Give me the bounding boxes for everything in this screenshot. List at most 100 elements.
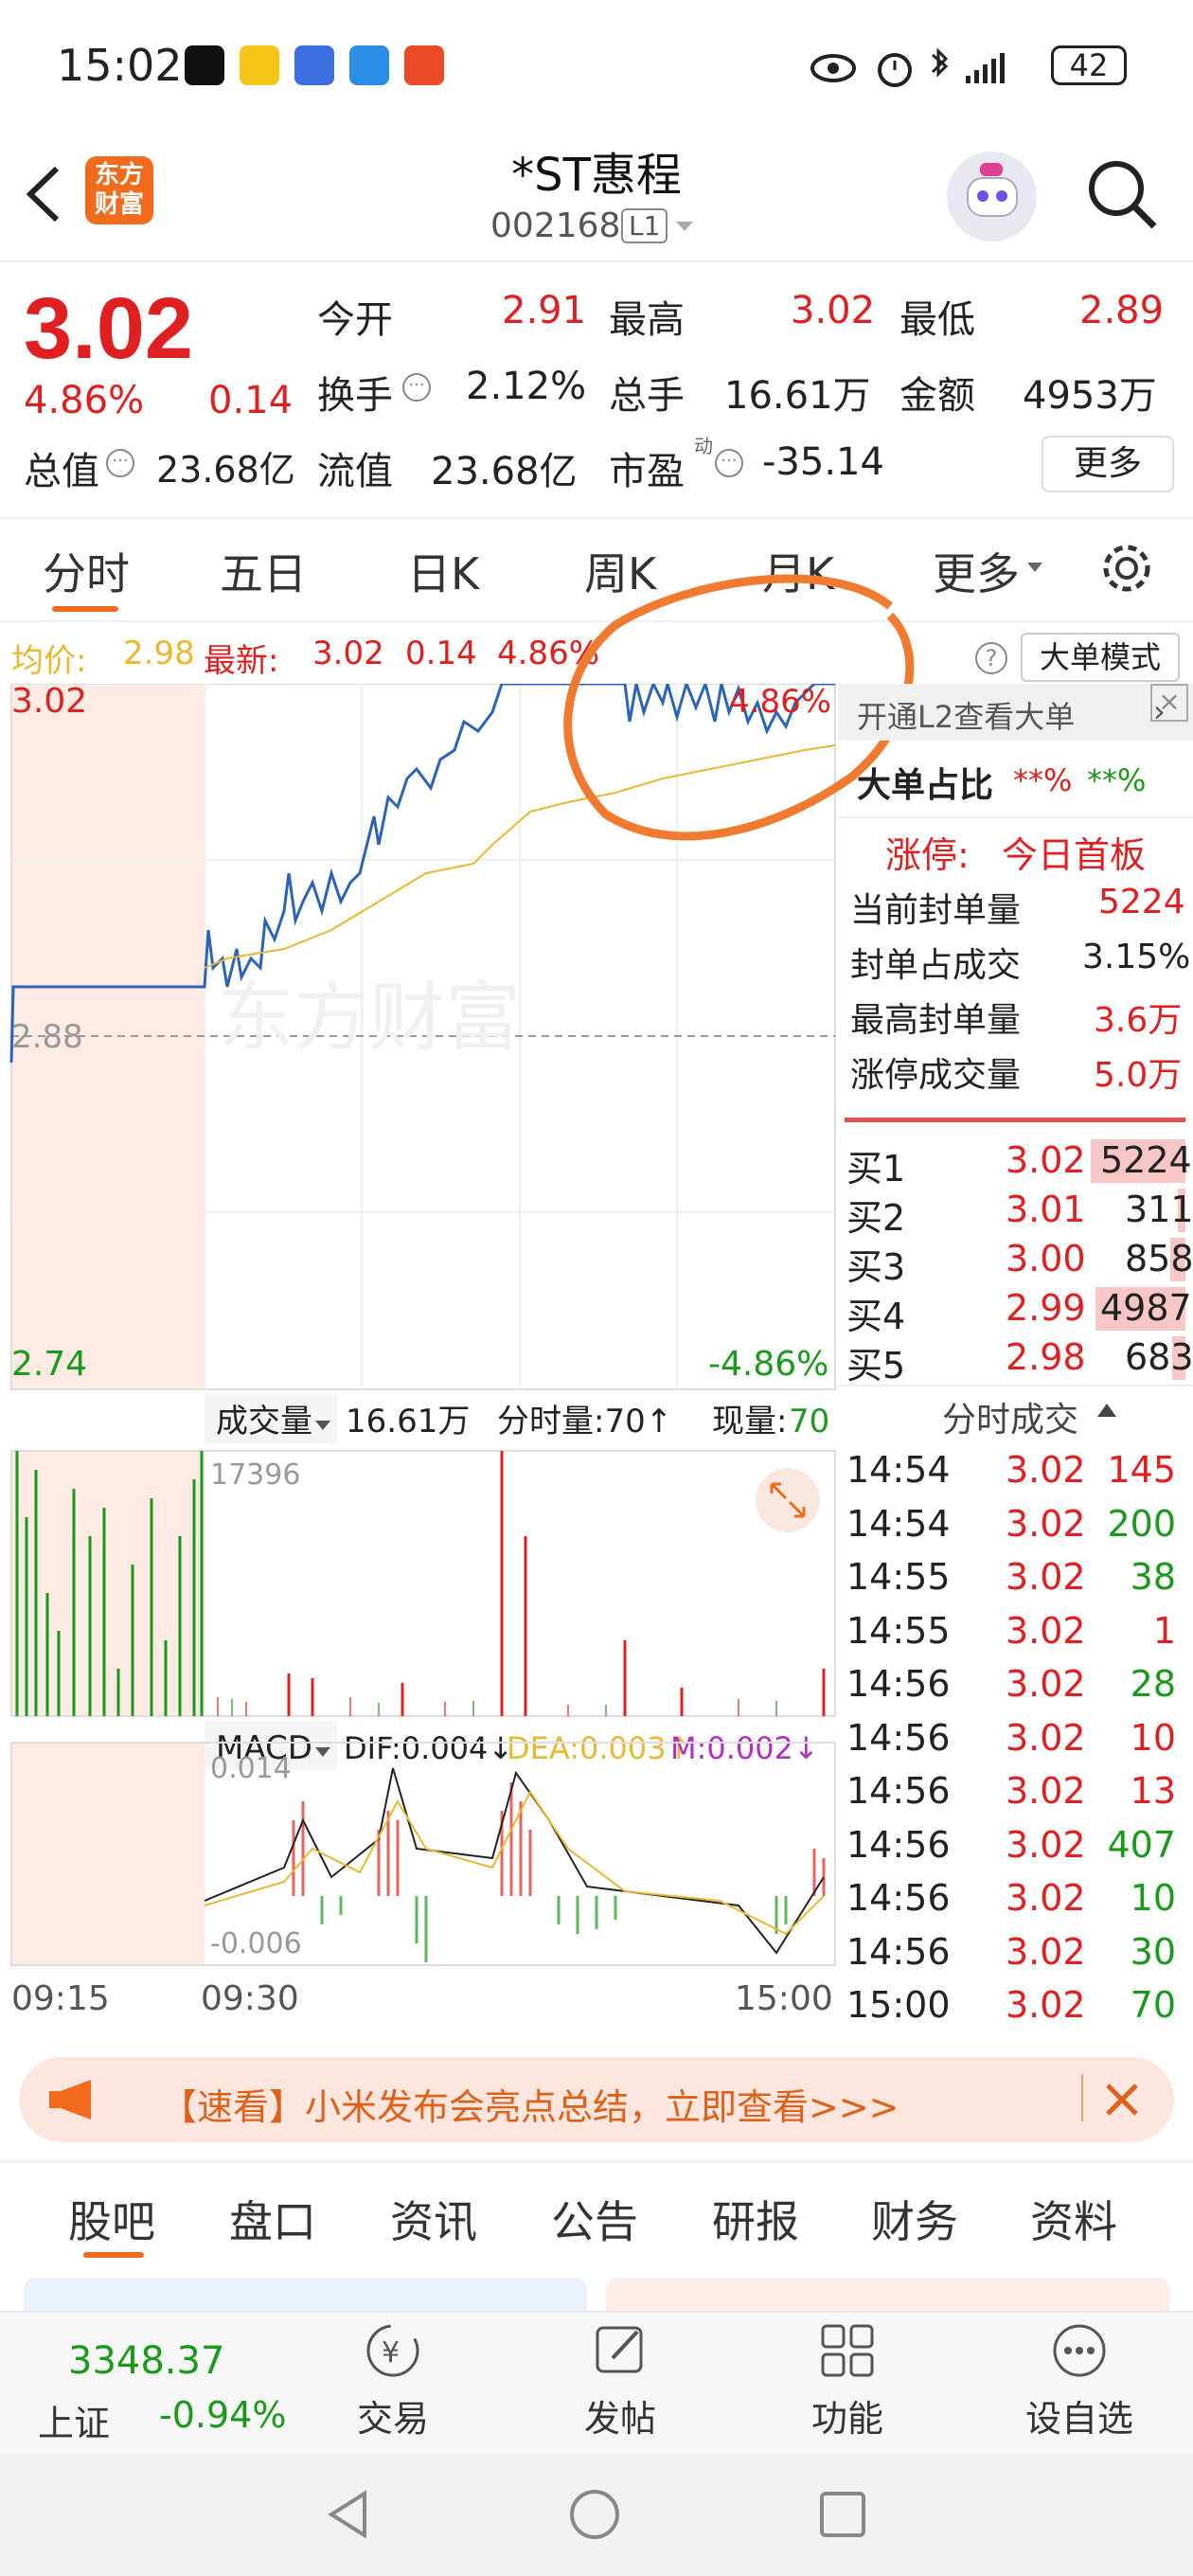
info-icon[interactable]: ··· [106,449,134,477]
close-icon[interactable]: × [1150,684,1188,722]
mktcap-label: 总值 [24,450,99,493]
nav-post[interactable]: 发帖 [559,2320,682,2442]
book-price: 2.99 [1006,1287,1086,1329]
nav-function-label: 功能 [810,2398,883,2440]
tab-five-day[interactable]: 五日 [220,540,307,602]
robot-assistant-icon[interactable] [947,152,1037,242]
index-name[interactable]: 上证 [38,2394,110,2446]
gear-icon[interactable] [1098,540,1155,597]
y-axis-top: 3.02 [11,684,87,721]
trade-price: 3.02 [1006,1609,1086,1652]
help-icon[interactable]: ? [975,642,1007,674]
nav-trade[interactable]: ¥ 交易 [331,2320,454,2442]
trade-row: 14:56 3.02 30 [845,1931,1185,1984]
search-icon[interactable] [1084,156,1160,232]
app-notification-icon-2 [294,45,334,85]
stat-value: 3.15% [1082,938,1191,976]
limit-up-value: 今日首板 [1002,834,1147,876]
tab-pankou[interactable]: 盘口 [229,2188,316,2250]
tab-news[interactable]: 资讯 [390,2188,477,2250]
trade-price: 3.02 [1006,1984,1086,2026]
back-nav-icon[interactable] [322,2486,379,2543]
close-icon[interactable] [1098,2076,1146,2123]
home-nav-icon[interactable] [566,2486,623,2543]
pe-label: 市盈 [609,450,685,493]
trade-time: 14:56 [846,1823,951,1866]
big-ratio-label: 大单占比 [857,766,994,805]
big-order-mode-button[interactable]: 大单模式 [1021,633,1180,682]
latest-value: 3.02 [312,635,384,672]
tab-announcement[interactable]: 公告 [551,2188,638,2250]
weibo-icon [240,45,279,85]
book-label: 买4 [846,1296,906,1337]
trade-price: 3.02 [1006,1716,1086,1759]
latest-label: 最新: [204,642,279,680]
stat-label: 最高封单量 [850,1001,1022,1040]
current-volume: 70 [789,1403,829,1440]
info-icon[interactable]: ··· [402,373,431,402]
grid-icon [821,2324,874,2377]
book-qty: 4987 [1100,1287,1192,1329]
trade-row: 14:56 3.02 10 [845,1877,1185,1930]
book-price: 3.02 [1006,1139,1086,1181]
book-qty: 311 [1125,1189,1193,1230]
nav-add-watchlist[interactable]: 设自选 [1013,2320,1146,2442]
battery-indicator: 42 [1051,45,1127,85]
pe-value: -35.14 [762,440,884,484]
time-open: 09:30 [201,1979,299,2018]
ad-banner[interactable]: 【速看】小米发布会亮点总结，立即查看>>> [19,2057,1174,2142]
trade-volume: 70 [1130,1984,1176,2026]
book-label: 买2 [846,1197,906,1239]
open-label: 今开 [317,298,393,342]
trade-time: 15:00 [846,1984,951,2026]
tab-daily-k[interactable]: 日K [407,540,479,602]
trade-time: 14:56 [846,1930,951,1973]
level-badge[interactable]: L1 [621,208,668,243]
nav-function[interactable]: 功能 [786,2320,909,2442]
macd-dea: DEA:0.003↑ [507,1730,691,1766]
volume-total: 16.61万 [346,1403,470,1440]
stat-value: 5224 [1098,883,1185,921]
chevron-down-icon [676,222,693,231]
ad-banner-text: 【速看】小米发布会亮点总结，立即查看>>> [161,2086,899,2128]
intraday-chart: 东方财富 3.02 2.88 2.74 4.86% -4.86% 成交量 16.… [9,684,836,2018]
macd-top: 0.014 [210,1752,292,1785]
trade-volume: 28 [1130,1663,1176,1705]
tab-guba[interactable]: 股吧 [68,2188,155,2250]
trade-volume: 145 [1107,1449,1176,1491]
info-icon[interactable]: ··· [715,449,743,477]
divider [0,2159,1193,2163]
index-value[interactable]: 3348.37 [68,2339,224,2383]
volume-value: 16.61万 [724,374,871,418]
edit-icon [596,2326,643,2373]
big-ratio-a: **% [1013,762,1073,798]
float-label: 流值 [317,450,393,493]
nav-add-watchlist-label: 设自选 [1024,2398,1133,2440]
trade-time: 14:56 [846,1770,951,1812]
tab-more[interactable]: 更多 [933,540,1020,602]
trades-title[interactable]: 分时成交 [942,1392,1078,1441]
tab-research[interactable]: 研报 [712,2188,799,2250]
trade-time: 14:55 [846,1556,951,1598]
tab-indicator [83,2252,144,2258]
tab-profile[interactable]: 资料 [1030,2188,1117,2250]
order-book-row: 买5 2.98 683 [845,1336,1193,1386]
stat-value: 3.6万 [1094,1001,1183,1040]
book-price: 3.00 [1006,1238,1086,1279]
y-axis-mid: 2.88 [11,1018,83,1056]
recents-nav-icon[interactable] [814,2486,871,2543]
amount-label: 金额 [899,374,975,418]
trade-price: 3.02 [1006,1663,1086,1705]
index-change[interactable]: -0.94% [159,2394,286,2436]
trade-time: 14:54 [846,1449,951,1491]
mktcap-value: 23.68亿 [156,449,295,491]
expand-icon[interactable] [756,1468,820,1532]
l2-banner[interactable]: 开通L2查看大单 › [838,684,1193,741]
stat-value: 5.0万 [1094,1056,1183,1095]
tab-intraday[interactable]: 分时 [43,540,130,602]
more-button[interactable]: 更多 [1042,436,1174,492]
trade-price: 3.02 [1006,1556,1086,1598]
tab-finance[interactable]: 财务 [871,2188,958,2250]
trade-row: 14:56 3.02 10 [845,1717,1185,1770]
trade-row: 14:54 3.02 145 [845,1449,1185,1502]
